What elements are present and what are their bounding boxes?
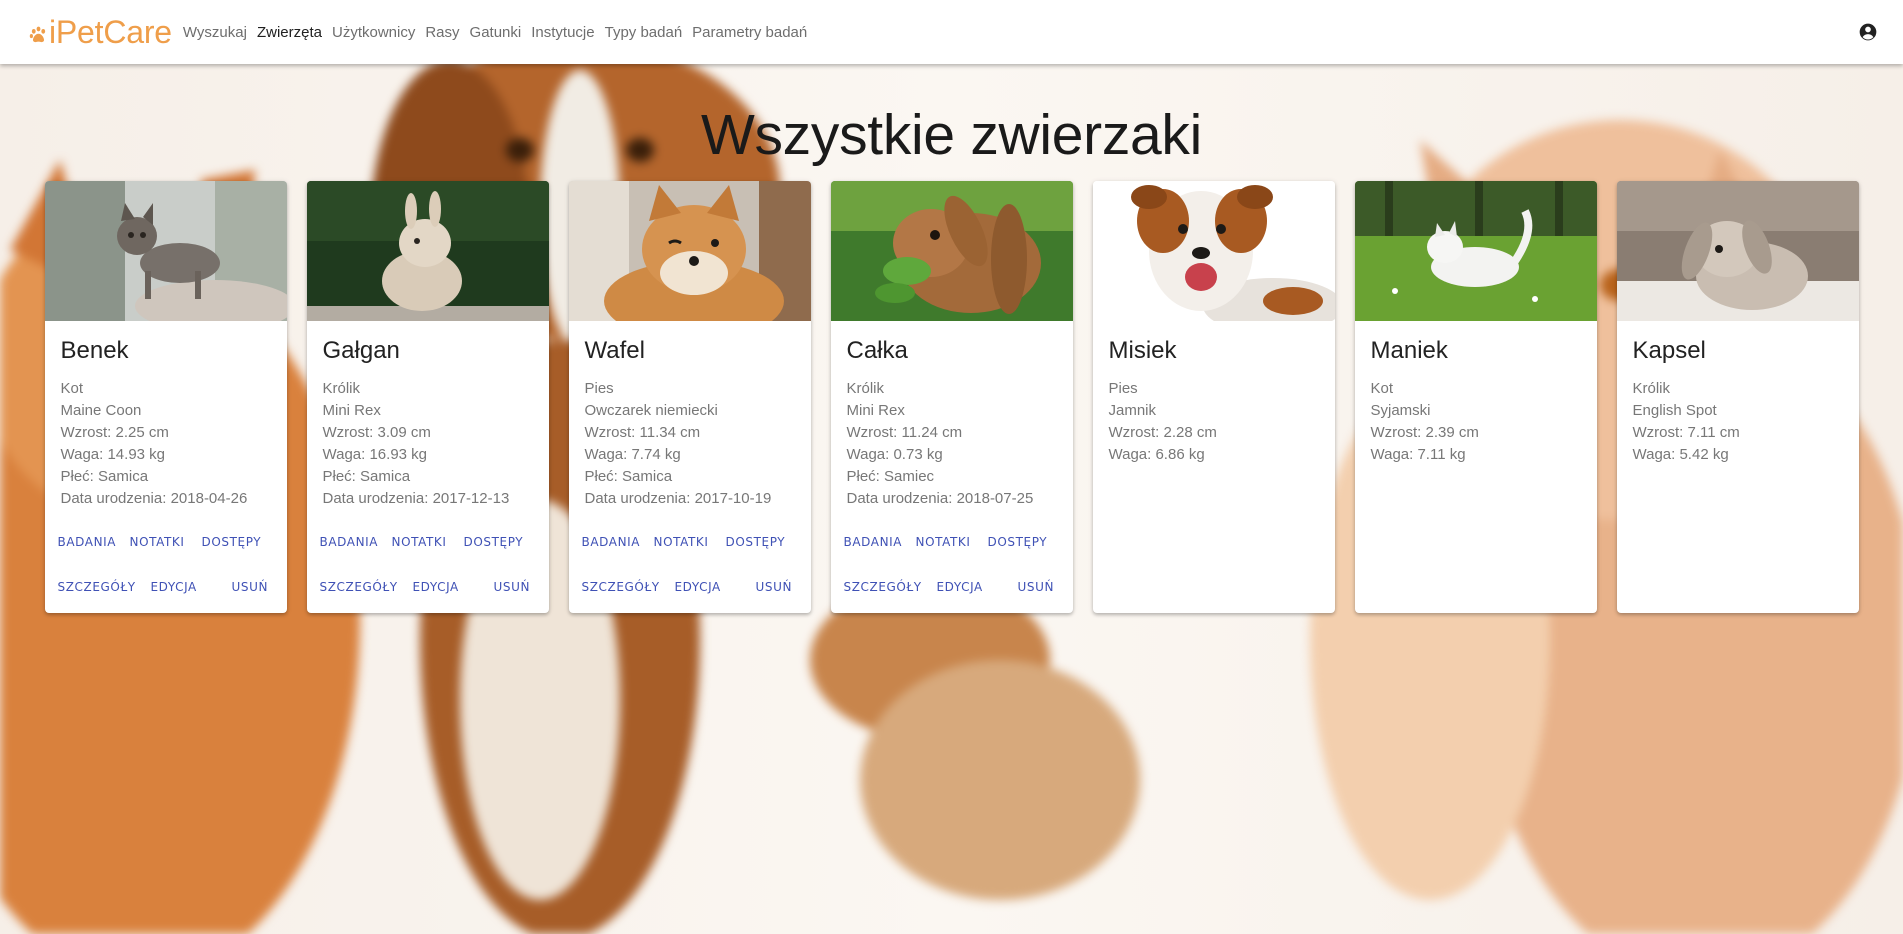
tests-button[interactable]: Badania [320,535,378,549]
pet-breed: Mini Rex [322,402,381,419]
pet-name: Gałgan [322,337,400,364]
paw-icon [29,26,46,42]
details-button[interactable]: Szczegóły [320,580,398,594]
nav-item-search[interactable]: Wyszukaj [183,24,247,41]
pet-species: Kot [1370,380,1394,397]
pet-breed: Owczarek niemiecki [584,402,718,419]
pet-card: Misiek Pies Jamnik Wzrost: 2.28 cm Waga:… [1092,181,1335,613]
pet-height: Wzrost: 2.39 cm [1370,424,1479,441]
details-button[interactable]: Szczegóły [582,580,660,594]
pet-birth-date: Data urodzenia: 2017-12-13 [322,490,510,507]
pet-breed: Maine Coon [60,402,142,419]
kitten-photo [44,181,287,321]
pet-name: Wafel [584,337,645,364]
delete-button[interactable]: Usuń [1018,580,1058,594]
pet-card: Benek Kot Maine Coon Wzrost: 2.25 cm Wag… [44,181,287,613]
access-button[interactable]: Dostępy [988,535,1050,549]
pet-height: Wzrost: 11.24 cm [846,424,963,441]
access-button[interactable]: Dostępy [202,535,264,549]
pet-breed: Mini Rex [846,402,905,419]
notes-button[interactable]: Notatki [392,535,446,549]
details-button[interactable]: Szczegóły [844,580,922,594]
tests-button[interactable]: Badania [58,535,116,549]
brand-name: iPetCare [49,13,172,50]
access-button[interactable]: Dostępy [464,535,526,549]
delete-button[interactable]: Usuń [494,580,534,594]
pet-species: Kot [60,380,84,397]
pet-species: Królik [846,380,885,397]
pet-card: Kapsel Królik English Spot Wzrost: 7.11 … [1616,181,1859,613]
pet-weight: Waga: 6.86 kg [1108,446,1205,463]
nav-menu: Wyszukaj Zwierzęta Użytkownicy Rasy Gatu… [183,24,817,41]
account-circle-icon[interactable] [1858,22,1878,42]
pet-height: Wzrost: 2.25 cm [60,424,169,441]
page-title: Wszystkie zwierzaki [700,103,1202,167]
pet-card: Całka Królik Mini Rex Wzrost: 11.24 cm W… [830,181,1073,613]
nav-item-test-types[interactable]: Typy badań [605,24,683,41]
pet-weight: Waga: 0.73 kg [846,446,943,463]
pet-breed: Syjamski [1370,402,1431,419]
pet-sex: Płeć: Samica [322,468,411,485]
notes-button[interactable]: Notatki [916,535,970,549]
pet-card: Maniek Kot Syjamski Wzrost: 2.39 cm Waga… [1354,181,1597,613]
delete-button[interactable]: Usuń [232,580,272,594]
edit-button[interactable]: Edycja [937,580,989,594]
pet-height: Wzrost: 11.34 cm [584,424,701,441]
pet-sex: Płeć: Samica [584,468,673,485]
nav-item-test-parameters[interactable]: Parametry badań [692,24,807,41]
nav-item-users[interactable]: Użytkownicy [332,24,415,41]
pet-weight: Waga: 14.93 kg [60,446,166,463]
edit-button[interactable]: Edycja [413,580,465,594]
pet-species: Pies [584,380,614,397]
pet-height: Wzrost: 7.11 cm [1632,424,1740,441]
brand-logo[interactable]: iPetCare [29,14,172,51]
pet-name: Kapsel [1632,337,1706,364]
main-content: Wszystkie zwierzaki Benek Kot Maine Coon… [0,64,1903,934]
pet-breed: Jamnik [1108,402,1157,419]
pet-species: Pies [1108,380,1138,397]
pet-weight: Waga: 5.42 kg [1632,446,1729,463]
pet-name: Maniek [1370,337,1448,364]
pet-name: Całka [846,337,908,364]
pet-weight: Waga: 7.74 kg [584,446,681,463]
delete-button[interactable]: Usuń [756,580,796,594]
pet-card-grid: Benek Kot Maine Coon Wzrost: 2.25 cm Wag… [0,181,1903,613]
top-navbar: iPetCare Wyszukaj Zwierzęta Użytkownicy … [0,0,1903,64]
tests-button[interactable]: Badania [582,535,640,549]
nav-item-animals[interactable]: Zwierzęta [257,24,322,41]
pet-sex: Płeć: Samiec [846,468,935,485]
pet-species: Królik [1632,380,1671,397]
pet-species: Królik [322,380,361,397]
notes-button[interactable]: Notatki [130,535,184,549]
pet-height: Wzrost: 2.28 cm [1108,424,1217,441]
details-button[interactable]: Szczegóły [58,580,136,594]
white-cat-grass-photo [1354,181,1597,321]
pet-weight: Waga: 16.93 kg [322,446,428,463]
access-button[interactable]: Dostępy [726,535,788,549]
pet-card: Wafel Pies Owczarek niemiecki Wzrost: 11… [568,181,811,613]
pet-sex: Płeć: Samica [60,468,149,485]
edit-button[interactable]: Edycja [675,580,727,594]
pet-card: Gałgan Królik Mini Rex Wzrost: 3.09 cm W… [306,181,549,613]
terrier-photo [1092,181,1335,321]
nav-item-species[interactable]: Gatunki [470,24,522,41]
pet-name: Misiek [1108,337,1177,364]
notes-button[interactable]: Notatki [654,535,708,549]
pet-birth-date: Data urodzenia: 2017-10-19 [584,490,772,507]
nav-item-breeds[interactable]: Rasy [425,24,459,41]
brown-rabbit-photo [830,181,1073,321]
pet-name: Benek [60,337,129,364]
pet-breed: English Spot [1632,402,1717,419]
white-rabbit-photo [306,181,549,321]
shiba-photo [568,181,811,321]
tests-button[interactable]: Badania [844,535,902,549]
nav-item-institutions[interactable]: Instytucje [531,24,594,41]
pet-birth-date: Data urodzenia: 2018-04-26 [60,490,248,507]
pet-birth-date: Data urodzenia: 2018-07-25 [846,490,1034,507]
pet-height: Wzrost: 3.09 cm [322,424,431,441]
edit-button[interactable]: Edycja [151,580,203,594]
lop-rabbit-photo [1616,181,1859,321]
pet-weight: Waga: 7.11 kg [1370,446,1466,463]
